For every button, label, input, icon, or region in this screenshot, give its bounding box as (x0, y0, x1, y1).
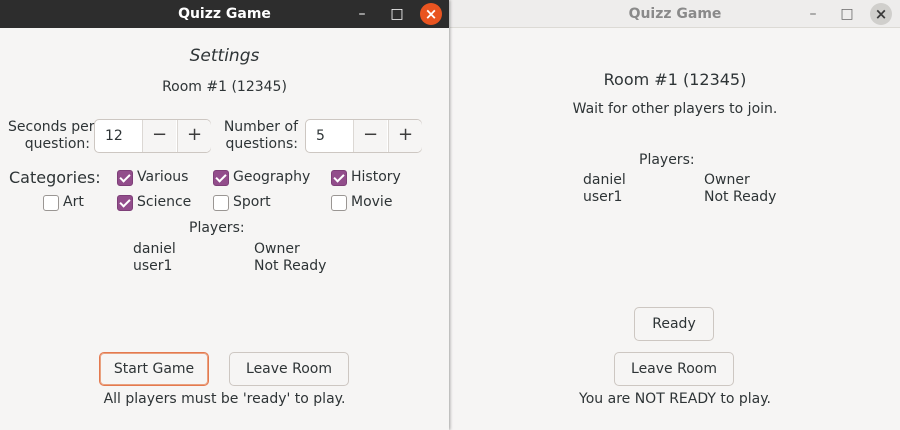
category-label[interactable]: Art (63, 194, 84, 210)
category-label[interactable]: Movie (351, 194, 392, 210)
minimize-icon[interactable]: – (802, 3, 824, 25)
questions-increment-button[interactable]: + (388, 120, 422, 152)
footer-message: You are NOT READY to play. (579, 391, 771, 407)
players-heading: Players: (639, 152, 695, 168)
settings-heading: Settings (189, 46, 260, 66)
close-icon[interactable]: × (870, 3, 892, 25)
checkbox-icon[interactable] (213, 195, 229, 211)
maximize-icon[interactable]: □ (836, 3, 858, 25)
window-title: Quizz Game (178, 6, 271, 22)
category-label[interactable]: Science (137, 194, 191, 210)
ready-button[interactable]: Ready (634, 307, 714, 341)
questions-value[interactable]: 5 (316, 120, 325, 152)
wait-message: Wait for other players to join. (572, 101, 778, 117)
leave-room-button[interactable]: Leave Room (614, 352, 734, 386)
checkbox-icon[interactable] (213, 170, 229, 186)
seconds-decrement-button[interactable]: − (142, 120, 176, 152)
title-bar[interactable]: Quizz Game – □ × (450, 0, 900, 28)
player-name: daniel (133, 241, 176, 257)
questions-stepper[interactable]: 5 − + (305, 119, 422, 153)
player-status: Not Ready (254, 258, 327, 274)
player-window: Quizz Game – □ × Room #1 (12345) Wait fo… (450, 0, 900, 430)
maximize-icon[interactable]: □ (386, 3, 408, 25)
player-status: Owner (254, 241, 300, 257)
checkbox-icon[interactable] (117, 195, 133, 211)
category-label[interactable]: History (351, 169, 401, 185)
players-heading: Players: (189, 220, 245, 236)
host-window: Quizz Game – □ × Settings Room #1 (12345… (0, 0, 449, 430)
player-status: Owner (704, 172, 750, 188)
category-label[interactable]: Sport (233, 194, 271, 210)
player-name: daniel (583, 172, 626, 188)
category-label[interactable]: Geography (233, 169, 310, 185)
start-game-button[interactable]: Start Game (99, 352, 209, 386)
seconds-increment-button[interactable]: + (177, 120, 211, 152)
checkbox-icon[interactable] (331, 170, 347, 186)
seconds-value[interactable]: 12 (105, 120, 123, 152)
close-icon[interactable]: × (420, 3, 442, 25)
seconds-per-question-label: Seconds per question: (8, 119, 95, 152)
category-label[interactable]: Various (137, 169, 188, 185)
checkbox-icon[interactable] (331, 195, 347, 211)
checkbox-icon[interactable] (117, 170, 133, 186)
minimize-icon[interactable]: – (351, 3, 373, 25)
window-title: Quizz Game (628, 6, 722, 22)
room-label: Room #1 (12345) (162, 79, 287, 95)
player-name: user1 (133, 258, 173, 274)
checkbox-icon[interactable] (43, 195, 59, 211)
leave-room-button[interactable]: Leave Room (229, 352, 349, 386)
questions-decrement-button[interactable]: − (353, 120, 387, 152)
player-status: Not Ready (704, 189, 777, 205)
player-name: user1 (583, 189, 623, 205)
title-bar[interactable]: Quizz Game – □ × (0, 0, 449, 28)
categories-label: Categories: (9, 168, 101, 187)
seconds-stepper[interactable]: 12 − + (94, 119, 211, 153)
footer-message: All players must be 'ready' to play. (103, 391, 346, 407)
room-label: Room #1 (12345) (603, 70, 747, 89)
number-of-questions-label: Number of questions: (223, 119, 298, 152)
